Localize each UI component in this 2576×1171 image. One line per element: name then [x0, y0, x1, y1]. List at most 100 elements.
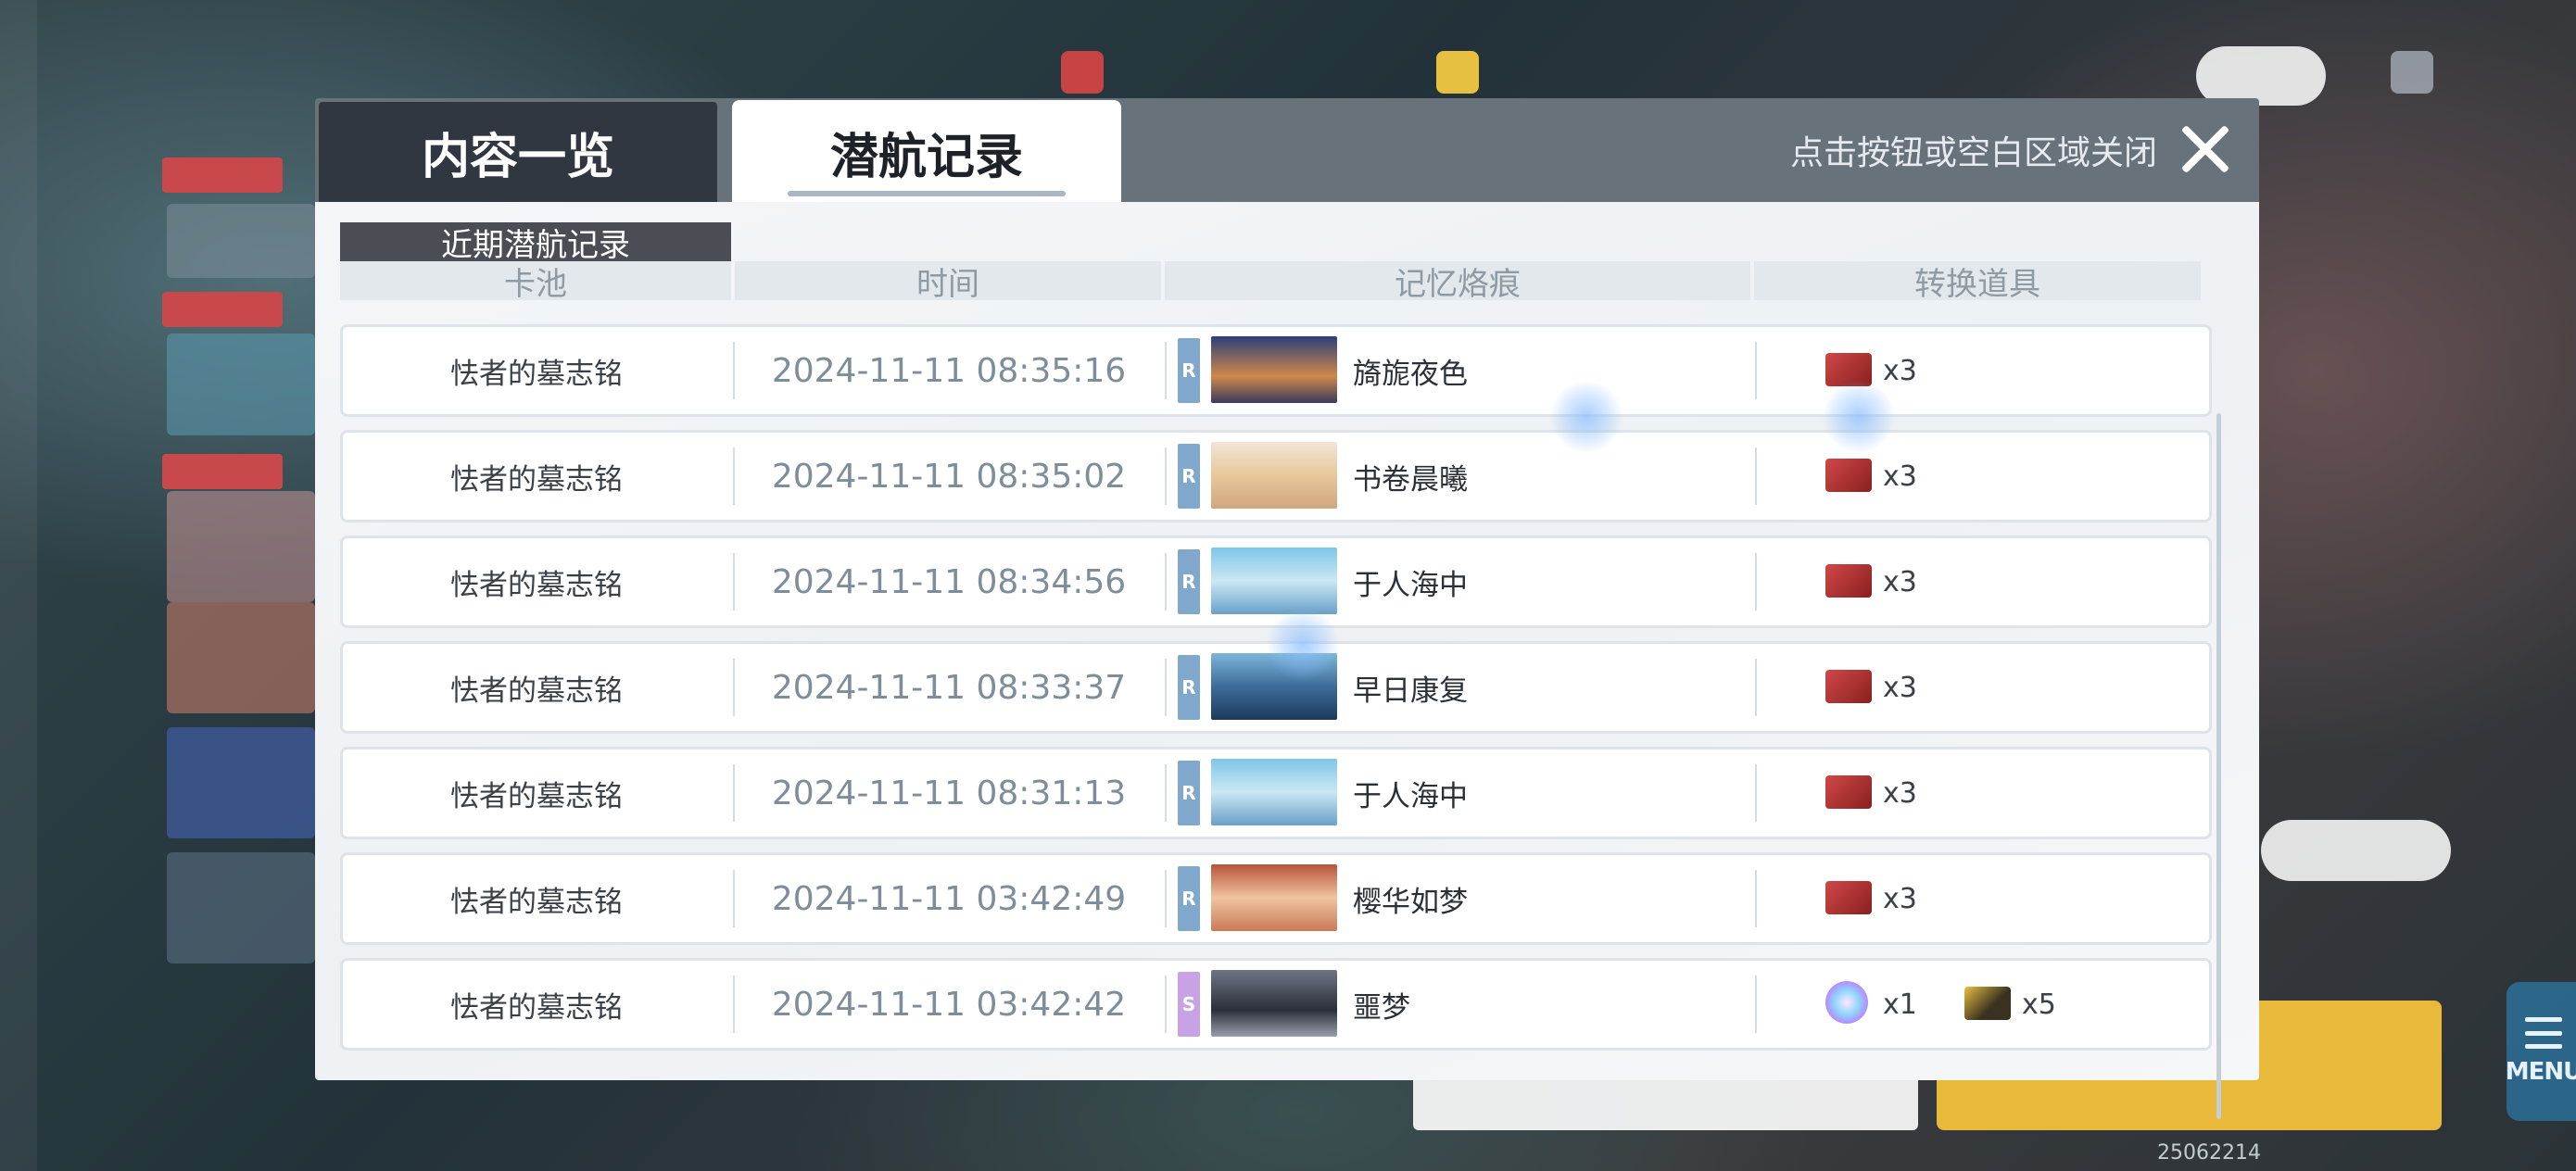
record-dialog: 内容一览 潜航记录 点击按钮或空白区域关闭 近期潜航记录 卡池 时间 记忆烙痕 … [315, 98, 2259, 1119]
record-pool: 怯者的墓志铭 [450, 674, 623, 708]
memory-thumbnail [1211, 864, 1337, 931]
row-divider [1755, 764, 1757, 822]
tab-label: 潜航记录 [829, 129, 1023, 185]
item-count: x3 [1883, 883, 1917, 915]
item-count: x3 [1883, 672, 1917, 704]
red-ticket-icon [1825, 564, 1872, 598]
record-row: 怯者的墓志铭 2024-11-11 08:35:02 R 书卷晨曦 x3 [340, 430, 2212, 523]
row-divider [1165, 659, 1167, 716]
row-divider [1165, 870, 1167, 927]
record-time: 2024-11-11 03:42:49 [771, 879, 1127, 918]
row-divider [1755, 870, 1757, 927]
tab-bar: 内容一览 潜航记录 点击按钮或空白区域关闭 [315, 98, 2259, 204]
bg-banner-button [2261, 820, 2451, 881]
item-count: x3 [1883, 566, 1917, 598]
sparkle-effect [1549, 380, 1623, 454]
row-divider [1755, 553, 1757, 611]
record-pool: 怯者的墓志铭 [450, 885, 623, 919]
memory-thumbnail [1211, 548, 1337, 614]
column-header-memory: 记忆烙痕 [1165, 261, 1750, 303]
gold-card-icon [1964, 987, 2011, 1020]
menu-label: MENU [2505, 1058, 2576, 1086]
memory-name: 噩梦 [1353, 990, 1410, 1025]
record-pool: 怯者的墓志铭 [450, 357, 623, 391]
tab-dive-records[interactable]: 潜航记录 [732, 100, 1121, 204]
memory-name: 于人海中 [1353, 568, 1468, 602]
red-ticket-icon [1825, 459, 1872, 492]
row-divider [1755, 447, 1757, 505]
bg-tag [162, 292, 283, 327]
sparkle-effect [1266, 608, 1340, 682]
row-divider [733, 447, 735, 505]
record-time: 2024-11-11 08:31:13 [771, 774, 1127, 812]
record-time: 2024-11-11 08:34:56 [771, 562, 1127, 601]
rarity-badge: R [1178, 338, 1200, 403]
close-icon[interactable] [2178, 122, 2231, 176]
memory-thumbnail [1211, 970, 1337, 1037]
row-divider [1755, 342, 1757, 399]
bg-side-card [167, 727, 315, 838]
rarity-badge: R [1178, 866, 1200, 931]
record-row: 怯者的墓志铭 2024-11-11 08:34:56 R 于人海中 x3 [340, 535, 2212, 628]
record-row: 怯者的墓志铭 2024-11-11 08:31:13 R 于人海中 x3 [340, 747, 2212, 839]
row-divider [733, 659, 735, 716]
item-count: x3 [1883, 355, 1917, 387]
hamburger-icon [2525, 1017, 2562, 1049]
tab-underline [788, 191, 1066, 196]
memory-name: 于人海中 [1353, 779, 1468, 813]
memory-thumbnail [1211, 759, 1337, 825]
memory-name: 旖旎夜色 [1353, 357, 1468, 391]
sparkle-effect [1822, 380, 1896, 454]
rarity-badge: S [1178, 972, 1200, 1037]
item-count: x3 [1883, 460, 1917, 493]
red-ticket-icon [1825, 775, 1872, 809]
row-divider [1165, 764, 1167, 822]
bg-side-card [167, 602, 315, 713]
row-divider [733, 553, 735, 611]
menu-button[interactable]: MENU [2505, 982, 2576, 1121]
close-hint[interactable]: 点击按钮或空白区域关闭 [1790, 126, 2157, 174]
row-divider [733, 870, 735, 927]
section-title: 近期潜航记录 [340, 222, 731, 264]
scrollbar[interactable] [2216, 413, 2221, 1119]
tab-content-overview[interactable]: 内容一览 [319, 102, 717, 202]
row-divider [1165, 553, 1167, 611]
record-list[interactable]: 怯者的墓志铭 2024-11-11 08:35:16 R 旖旎夜色 x3 怯者的… [340, 324, 2212, 1119]
record-row: 怯者的墓志铭 2024-11-11 08:35:16 R 旖旎夜色 x3 [340, 324, 2212, 417]
record-time: 2024-11-11 03:42:42 [771, 985, 1127, 1024]
bg-side-card [167, 204, 315, 278]
bg-top-icon [1061, 51, 1104, 94]
rarity-badge: R [1178, 444, 1200, 509]
record-time: 2024-11-11 08:35:02 [771, 457, 1127, 496]
memory-name: 樱华如梦 [1353, 885, 1468, 919]
record-pool: 怯者的墓志铭 [450, 990, 623, 1025]
row-divider [1165, 976, 1167, 1033]
rarity-badge: R [1178, 549, 1200, 614]
rarity-badge: R [1178, 761, 1200, 825]
prism-orb-icon [1825, 981, 1868, 1024]
item-count: x5 [2022, 988, 2056, 1021]
column-header-item: 转换道具 [1754, 261, 2201, 303]
record-row: 怯者的墓志铭 2024-11-11 03:42:49 R 樱华如梦 x3 [340, 852, 2212, 945]
row-divider [1165, 447, 1167, 505]
row-divider [1755, 659, 1757, 716]
red-ticket-icon [1825, 670, 1872, 703]
bg-side-card [167, 334, 315, 435]
record-pool: 怯者的墓志铭 [450, 462, 623, 497]
column-header-pool: 卡池 [340, 261, 731, 303]
bg-tag [162, 454, 283, 489]
column-header-time: 时间 [735, 261, 1161, 303]
record-time: 2024-11-11 08:35:16 [771, 351, 1127, 390]
row-divider [733, 976, 735, 1033]
row-divider [733, 764, 735, 822]
record-pool: 怯者的墓志铭 [450, 568, 623, 602]
memory-name: 书卷晨曦 [1353, 462, 1468, 497]
bg-tag [162, 157, 283, 193]
build-id: 25062214 [2157, 1141, 2261, 1165]
record-time: 2024-11-11 08:33:37 [771, 668, 1127, 707]
bg-top-icon [2391, 51, 2433, 94]
memory-thumbnail [1211, 336, 1337, 403]
row-divider [1165, 342, 1167, 399]
memory-name: 早日康复 [1353, 674, 1468, 708]
record-row: 怯者的墓志铭 2024-11-11 03:42:42 S 噩梦 x1 x5 [340, 958, 2212, 1051]
